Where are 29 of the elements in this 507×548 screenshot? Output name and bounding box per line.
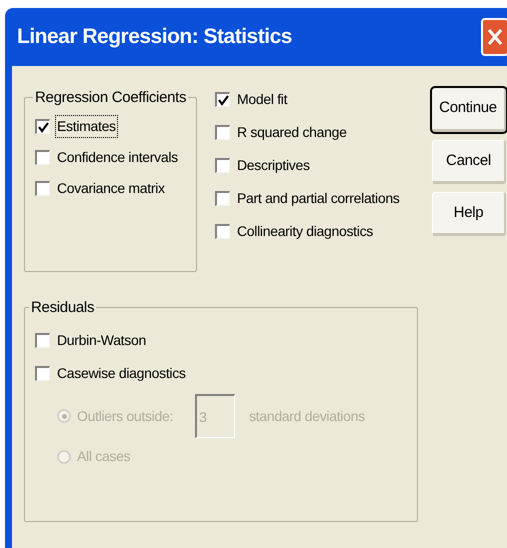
- checkbox-label: Confidence intervals: [56, 148, 179, 167]
- checkbox-label: Casewise diagnostics: [56, 364, 187, 383]
- checkbox[interactable]: [35, 366, 50, 381]
- checkbox-label: Durbin-Watson: [56, 331, 147, 350]
- checkbox[interactable]: [35, 181, 50, 196]
- checkbox[interactable]: [215, 224, 230, 239]
- checkbox-label: Estimates: [56, 116, 117, 137]
- checkbox-label: Descriptives: [236, 156, 311, 175]
- checkbox[interactable]: [215, 92, 230, 107]
- checkbox[interactable]: [35, 333, 50, 348]
- unit-label: standard deviations: [249, 406, 365, 426]
- checkbox[interactable]: [35, 150, 50, 165]
- checkbox[interactable]: [215, 125, 230, 140]
- checkbox[interactable]: [215, 158, 230, 173]
- checkbox-label: Collinearity diagnostics: [236, 222, 374, 241]
- dialog-button[interactable]: Cancel: [432, 140, 506, 184]
- dialog-button[interactable]: Continue: [432, 88, 506, 132]
- checkbox[interactable]: [35, 119, 50, 134]
- checkbox-label: Part and partial correlations: [236, 189, 400, 208]
- checkbox-label: R squared change: [236, 123, 348, 142]
- radio-label: Outliers outside:: [77, 406, 174, 426]
- checkbox[interactable]: [215, 191, 230, 206]
- checkbox-label: Covariance matrix: [56, 179, 166, 198]
- close-icon: [487, 28, 503, 46]
- checkbox-label: Model fit: [236, 90, 288, 109]
- window-title: Linear Regression: Statistics: [17, 24, 292, 50]
- close-button[interactable]: [481, 18, 507, 56]
- dialog-button[interactable]: Help: [432, 192, 506, 236]
- radio-label: All cases: [77, 447, 130, 466]
